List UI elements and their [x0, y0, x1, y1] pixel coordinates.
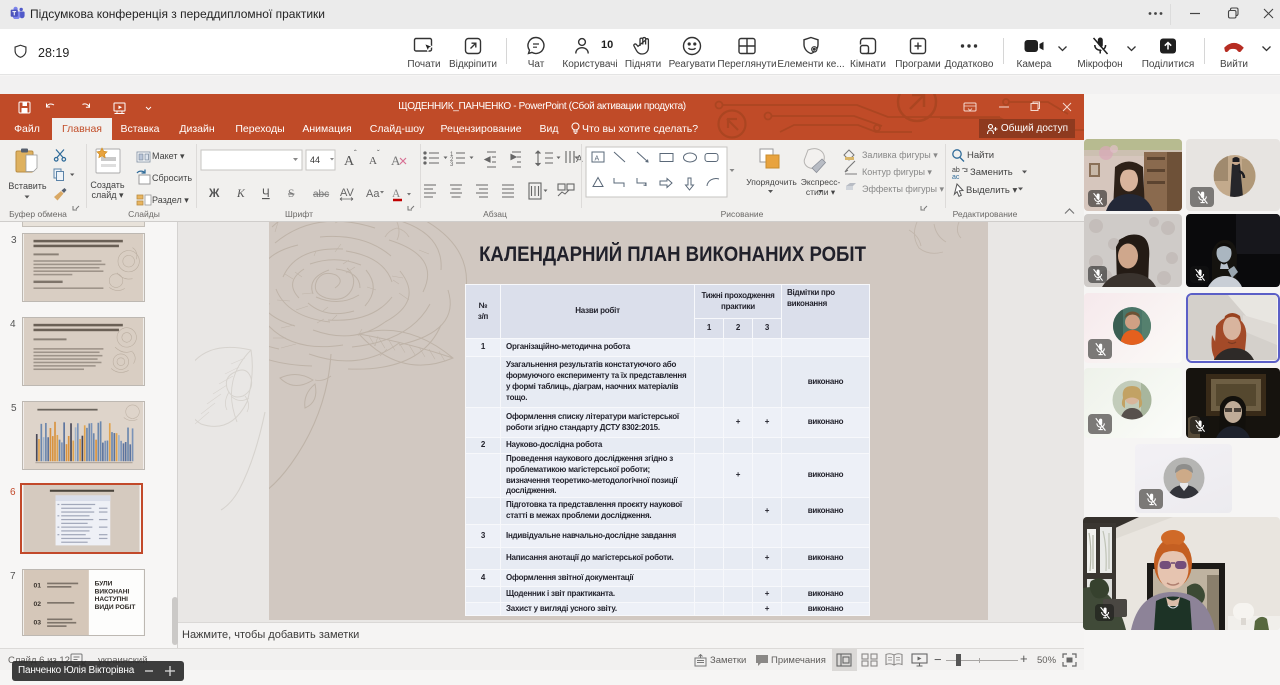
svg-text:3: 3: [450, 162, 454, 168]
svg-text:А: А: [391, 153, 401, 168]
svg-text:01: 01: [34, 582, 42, 589]
svg-text:Aa: Aa: [366, 188, 380, 200]
svg-text:ВИДИ РОБІТ: ВИДИ РОБІТ: [95, 604, 136, 611]
svg-text:03: 03: [34, 619, 42, 626]
svg-text:02: 02: [34, 601, 42, 608]
svg-text:А: А: [392, 188, 401, 200]
svg-text:ˇ: ˇ: [377, 149, 380, 158]
svg-text:К: К: [236, 188, 246, 200]
svg-text:НАСТУПНІ: НАСТУПНІ: [95, 596, 129, 603]
svg-text:БУЛИ: БУЛИ: [95, 581, 113, 588]
svg-text:Ч: Ч: [262, 188, 270, 200]
svg-text:А: А: [369, 155, 377, 167]
svg-text:A: A: [595, 156, 600, 163]
svg-text:AV: AV: [340, 187, 355, 199]
svg-text:ac: ac: [952, 174, 960, 181]
svg-text:abc: abc: [313, 189, 329, 200]
svg-text:ab: ab: [952, 167, 960, 174]
svg-text:ˆ: ˆ: [354, 149, 357, 158]
svg-text:S: S: [288, 188, 294, 200]
svg-text:Ж: Ж: [208, 188, 220, 200]
svg-text:ВИКОНАНІ: ВИКОНАНІ: [95, 588, 130, 595]
